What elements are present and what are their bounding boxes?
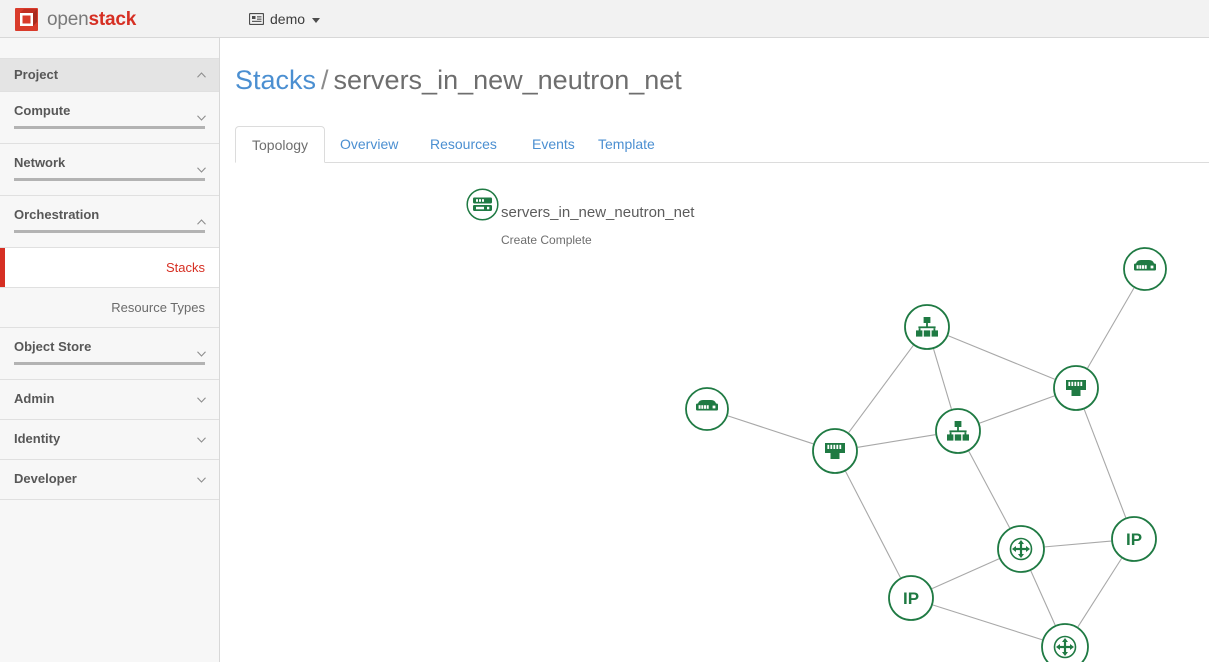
sidebar-divider [14, 230, 205, 233]
sidebar-item-resource-types-label: Resource Types [111, 300, 205, 315]
ip-node-label: IP [1126, 530, 1142, 549]
topology-edge [933, 348, 952, 410]
sidebar-section-project[interactable]: Project [0, 59, 219, 92]
main-content: Stacks / servers_in_new_neutron_net Topolo… [220, 38, 1209, 662]
topology-edge [931, 558, 1000, 590]
breadcrumb-separator: / [321, 65, 329, 96]
sidebar-section-developer-label: Developer [14, 471, 77, 486]
sidebar-divider [14, 178, 205, 181]
port-arrows-icon [1009, 537, 1033, 561]
top-navbar: openstack demo [0, 0, 1209, 38]
sidebar-section-project-label: Project [14, 67, 59, 82]
topology-edge [979, 395, 1055, 424]
topology-edge [845, 471, 901, 578]
topology-edge [968, 451, 1011, 529]
topology-node-server[interactable] [1123, 247, 1167, 291]
page-title: servers_in_new_neutron_net [333, 65, 682, 96]
sidebar-section-object-store[interactable]: Object Store [0, 328, 219, 380]
sidebar-section-admin-label: Admin [14, 391, 55, 406]
topology-node-subnet[interactable] [935, 408, 981, 454]
topology-edge [1083, 409, 1127, 518]
project-name-label: demo [270, 11, 306, 27]
tab-overview[interactable]: Overview [324, 126, 414, 163]
tab-template[interactable]: Template [582, 126, 671, 163]
tab-resources[interactable]: Resources [414, 126, 513, 163]
project-switcher[interactable]: demo [249, 0, 321, 38]
topology-edge [727, 415, 814, 445]
stack-status-label: Create Complete [501, 233, 592, 247]
ip-node-label: IP [903, 589, 919, 608]
sidebar-section-identity[interactable]: Identity [0, 420, 219, 460]
chevron-down-icon [197, 114, 206, 121]
sidebar-section-orchestration[interactable]: Orchestration [0, 196, 219, 248]
sidebar-section-developer[interactable]: Developer [0, 460, 219, 500]
openstack-brand[interactable]: openstack [14, 5, 136, 33]
topology-node-ip[interactable]: IP [888, 575, 934, 621]
project-card-icon [249, 13, 264, 25]
stack-server-icon[interactable] [466, 188, 499, 221]
topology-edge [1030, 570, 1056, 626]
sidebar-item-resource-types[interactable]: Resource Types [0, 288, 219, 328]
tab-topology[interactable]: Topology [235, 126, 326, 163]
breadcrumb-stacks-link[interactable]: Stacks [235, 65, 316, 95]
sidebar-section-orchestration-label: Orchestration [14, 207, 100, 222]
stack-detail-tabs: Topology Overview Resources Events Templ… [235, 126, 1209, 163]
chevron-down-icon [197, 476, 206, 483]
tab-events[interactable]: Events [516, 126, 591, 163]
openstack-cube-icon [14, 7, 39, 32]
sidebar-item-stacks[interactable]: Stacks [0, 248, 219, 288]
sidebar-section-network-label: Network [14, 155, 66, 170]
topology-node-port[interactable] [997, 525, 1045, 573]
chevron-down-icon [197, 350, 206, 357]
caret-down-icon [312, 17, 321, 23]
brand-stack-text: stack [88, 8, 137, 30]
topology-node-network[interactable] [812, 428, 858, 474]
sidebar-item-stacks-label: Stacks [165, 260, 205, 275]
sidebar-section-network[interactable]: Network [0, 144, 219, 196]
chevron-up-icon [197, 218, 206, 225]
sidebar: Project Compute Network Orchestration St… [0, 38, 220, 662]
sidebar-section-object-store-label: Object Store [14, 339, 92, 354]
brand-wordmark: openstack [47, 10, 136, 29]
topology-node-subnet[interactable] [904, 304, 950, 350]
server-icon [1134, 260, 1156, 271]
topology-node-server[interactable] [685, 387, 729, 431]
brand-open-text: open [47, 8, 89, 30]
sidebar-section-identity-label: Identity [14, 431, 61, 446]
topology-node-network[interactable] [1053, 365, 1099, 411]
topology-edge [857, 434, 936, 448]
chevron-up-icon [197, 72, 206, 78]
sidebar-top-spacer [0, 38, 219, 59]
topology-edge [948, 335, 1055, 380]
sidebar-section-compute-label: Compute [14, 103, 71, 118]
topology-edge [848, 345, 914, 433]
chevron-down-icon [197, 166, 206, 173]
sidebar-section-admin[interactable]: Admin [0, 380, 219, 420]
sidebar-section-compute[interactable]: Compute [0, 92, 219, 144]
topology-edge [1087, 287, 1135, 369]
port-arrows-icon [1053, 635, 1077, 659]
topology-nodes: IP IP [685, 247, 1167, 662]
topology-edge [1044, 540, 1112, 548]
sidebar-empty-area [0, 500, 219, 644]
server-icon [696, 400, 718, 411]
sidebar-divider [14, 126, 205, 129]
sidebar-divider [14, 362, 205, 365]
stack-name-label: servers_in_new_neutron_net [501, 204, 695, 221]
topology-node-ip[interactable]: IP [1111, 516, 1157, 562]
breadcrumb: Stacks / servers_in_new_neutron_net [235, 64, 682, 96]
topology-edge [1077, 558, 1123, 628]
topology-edge [932, 604, 1043, 641]
chevron-down-icon [197, 396, 206, 403]
chevron-down-icon [197, 436, 206, 443]
topology-node-port[interactable] [1041, 623, 1089, 662]
